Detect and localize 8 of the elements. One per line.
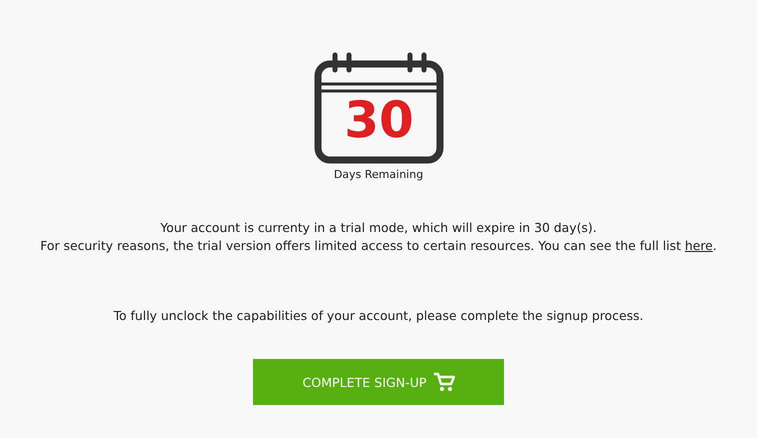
days-count: 30 <box>343 92 415 148</box>
full-list-link[interactable]: here <box>684 238 713 253</box>
security-message: For security reasons, the trial version offers limited access to certain resources. You can see the full list here. <box>40 237 717 255</box>
trial-message: Your account is currenty in a trial mode, which will expire in 30 day(s). <box>160 219 597 237</box>
signup-prompt: To fully unclock the capabilities of your account, please complete the signup process. <box>114 308 644 323</box>
cart-icon <box>432 372 455 392</box>
calendar-icon <box>314 52 444 164</box>
days-remaining-label: Days Remaining <box>334 168 424 181</box>
